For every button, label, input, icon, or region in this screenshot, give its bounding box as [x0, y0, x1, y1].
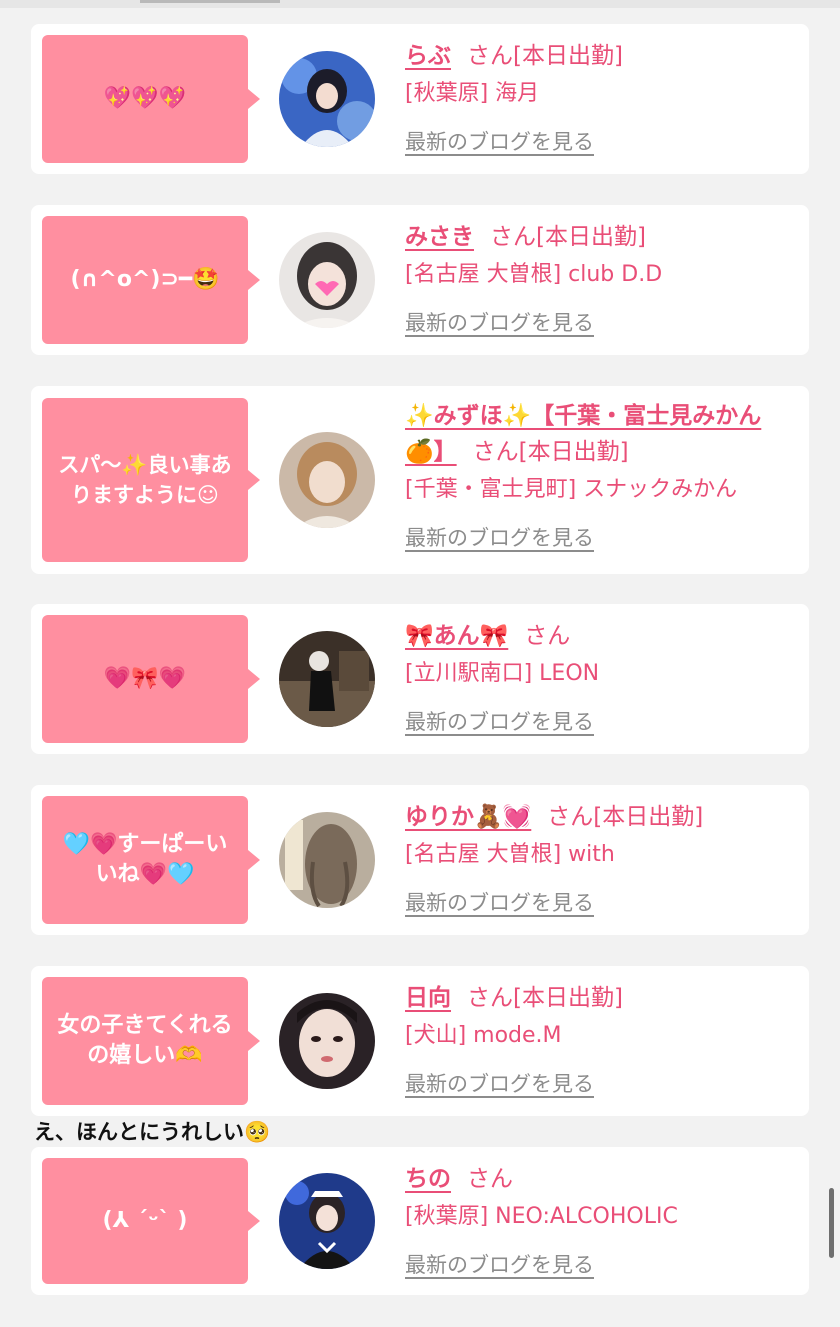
honorific: さん [467, 985, 513, 1011]
avatar[interactable] [279, 993, 375, 1089]
cast-name-link[interactable]: らぶ [405, 43, 451, 69]
blog-link[interactable]: 最新のブログを見る [405, 1068, 594, 1098]
message-bubble: スパ〜✨良い事あ りますように☺ [42, 398, 260, 562]
scrollbar-thumb[interactable] [829, 1188, 834, 1258]
top-bar [0, 0, 840, 8]
avatar[interactable] [279, 232, 375, 328]
cast-name-link[interactable]: みさき [405, 224, 474, 250]
cast-name-link[interactable]: ちの [405, 1166, 451, 1192]
blog-link[interactable]: 最新のブログを見る [405, 522, 594, 552]
cast-info: ちの さん [秋葉原] NEO:ALCOHOLIC 最新のブログを見る [405, 1161, 795, 1279]
avatar[interactable] [279, 1173, 375, 1269]
honorific: さん [467, 43, 513, 69]
shop-label: [秋葉原] 海月 [405, 81, 540, 106]
shop-label: [名古屋 大曽根] with [405, 842, 615, 867]
cast-info: 🎀あん🎀 さん [立川駅南口] LEON 最新のブログを見る [405, 618, 795, 736]
message-bubble: (∩^o^)⊃━🤩 [42, 216, 260, 344]
shop-label: [千葉・富士見町] スナックみかん [405, 477, 738, 502]
avatar[interactable] [279, 51, 375, 147]
status-label: [本日出勤] [593, 804, 704, 830]
cast-info: 日向 さん[本日出勤] [犬山] mode.M 最新のブログを見る [405, 980, 795, 1098]
blog-link[interactable]: 最新のブログを見る [405, 887, 594, 917]
cast-card: スパ〜✨良い事あ りますように☺ ✨みずほ✨【千葉・富士見みかん🍊】 さん[本日出… [31, 386, 809, 574]
honorific: さん [524, 623, 571, 649]
blog-link[interactable]: 最新のブログを見る [405, 1249, 594, 1279]
honorific: さん [547, 804, 594, 830]
honorific: さん [472, 439, 519, 465]
cast-card: 💗🎀💗 🎀あん🎀 さん [立川駅南口] LEON 最新のブログを見る [31, 604, 809, 754]
shop-label: [立川駅南口] LEON [405, 661, 600, 686]
shop-label: [犬山] mode.M [405, 1023, 562, 1048]
cast-info: ゆりか🧸💓 さん[本日出勤] [名古屋 大曽根] with 最新のブログを見る [405, 799, 795, 917]
status-label: [本日出勤] [536, 224, 646, 250]
tab-indicator [140, 0, 280, 3]
cast-info: みさき さん[本日出勤] [名古屋 大曽根] club D.D 最新のブログを見る [405, 219, 795, 337]
status-label: [本日出勤] [513, 43, 623, 69]
status-label: [本日出勤] [518, 439, 629, 465]
avatar[interactable] [279, 631, 375, 727]
cast-card: 女の子きてくれる の嬉しい🫶 日向 さん[本日出勤] [犬山] mode.M 最新… [31, 966, 809, 1116]
message-bubble: 💖💖💖 [42, 35, 260, 163]
honorific: さん [467, 1166, 513, 1192]
cast-name-link[interactable]: ゆりか🧸💓 [405, 804, 531, 830]
cast-info: らぶ さん[本日出勤] [秋葉原] 海月 最新のブログを見る [405, 38, 795, 156]
status-label: [本日出勤] [513, 985, 623, 1011]
cast-name-link[interactable]: 日向 [405, 985, 451, 1011]
cast-card: (∩^o^)⊃━🤩 みさき さん[本日出勤] [名古屋 大曽根] club D.D… [31, 205, 809, 355]
cast-card: (⅄ ˊᵕˋ ) ちの さん [秋葉原] NEO:ALCOHOLIC 最新のブログ… [31, 1147, 809, 1295]
shop-label: [名古屋 大曽根] club D.D [405, 262, 663, 287]
cast-info: ✨みずほ✨【千葉・富士見みかん🍊】 さん[本日出勤] [千葉・富士見町] スナック… [405, 398, 795, 552]
avatar[interactable] [279, 812, 375, 908]
message-bubble: 🩵💗すーぱーい いね💗🩵 [42, 796, 260, 924]
cast-card: 💖💖💖 らぶ さん[本日出勤] [秋葉原] 海月 最新のブログを見る [31, 24, 809, 174]
blog-link[interactable]: 最新のブログを見る [405, 706, 594, 736]
avatar[interactable] [279, 432, 375, 528]
cast-card: 🩵💗すーぱーい いね💗🩵 ゆりか🧸💓 さん[本日出勤] [名古屋 大曽根] wit… [31, 785, 809, 935]
honorific: さん [490, 224, 536, 250]
message-bubble: 💗🎀💗 [42, 615, 260, 743]
overlay-comment: え、ほんとにうれしい🥺 [34, 1120, 271, 1144]
shop-label: [秋葉原] NEO:ALCOHOLIC [405, 1204, 678, 1229]
blog-link[interactable]: 最新のブログを見る [405, 126, 594, 156]
message-bubble: 女の子きてくれる の嬉しい🫶 [42, 977, 260, 1105]
message-bubble: (⅄ ˊᵕˋ ) [42, 1158, 260, 1284]
blog-link[interactable]: 最新のブログを見る [405, 307, 594, 337]
cast-name-link[interactable]: 🎀あん🎀 [405, 623, 508, 649]
